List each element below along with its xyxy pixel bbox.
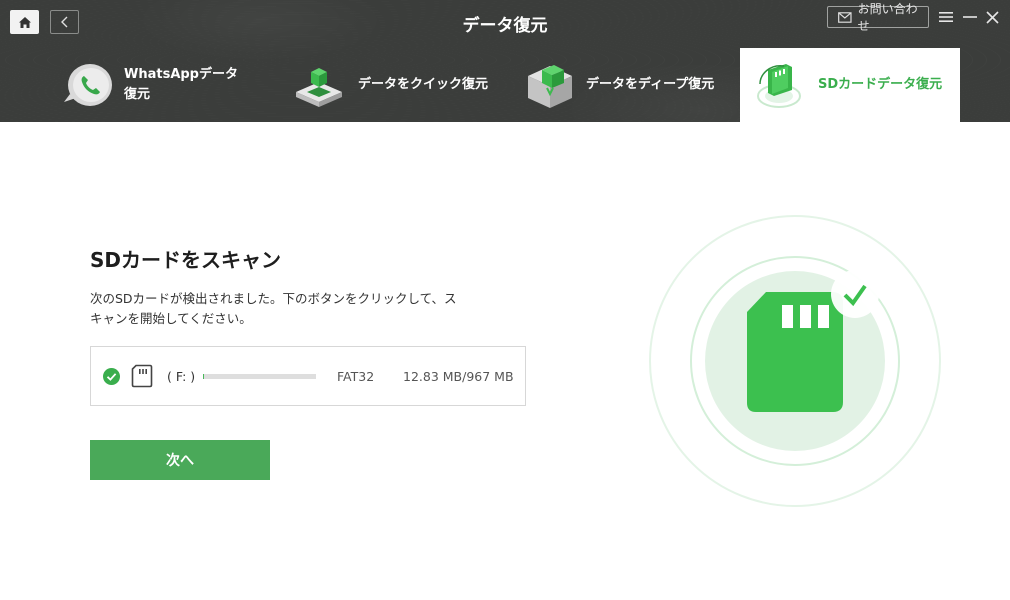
- scan-description: 次のSDカードが検出されました。下のボタンをクリックして、スキャンを開始してくだ…: [90, 291, 457, 326]
- tab-whatsapp-recovery[interactable]: WhatsAppデータ復元: [60, 48, 260, 122]
- tab-label: SDカードデータ復元: [818, 77, 943, 92]
- close-button[interactable]: [982, 8, 1002, 26]
- tab-sd-card-recovery[interactable]: SDカードデータ復元: [740, 48, 960, 122]
- sd-card-icon: [131, 364, 153, 388]
- sd-card-detected-illustration: [649, 215, 941, 507]
- close-icon: [985, 10, 999, 24]
- home-button[interactable]: [10, 10, 39, 34]
- minimize-icon: [963, 16, 977, 18]
- home-icon: [18, 16, 31, 28]
- check-circle-icon[interactable]: [103, 368, 120, 385]
- drive-usage-fill: [203, 374, 205, 379]
- contact-button[interactable]: お問い合わせ: [827, 2, 929, 33]
- chevron-left-icon: [60, 16, 67, 28]
- mode-tabs: WhatsAppデータ復元 データをクイック復元 データをディープ復元 SDカー…: [0, 48, 1010, 122]
- menu-button[interactable]: [936, 8, 956, 26]
- drive-filesystem: FAT32: [337, 369, 375, 384]
- quick-recover-cube-icon: [296, 68, 342, 107]
- back-button[interactable]: [50, 10, 79, 34]
- next-button[interactable]: 次へ: [90, 440, 270, 480]
- drive-usage-bar: [203, 374, 316, 379]
- drive-size: 12.83 MB/967 MB: [403, 369, 514, 384]
- mail-icon: [838, 11, 852, 23]
- drive-letter: ( F: ): [167, 369, 196, 384]
- tab-quick-recovery[interactable]: データをクイック復元: [292, 48, 492, 122]
- tab-deep-recovery[interactable]: データをディープ復元: [524, 48, 724, 122]
- contact-label: お問い合わせ: [857, 2, 918, 33]
- deep-recover-box-icon: [528, 65, 572, 108]
- page-title: SDカードをスキャン: [90, 248, 282, 272]
- tab-label: WhatsAppデータ復元: [124, 67, 238, 102]
- hamburger-menu-icon: [939, 12, 953, 22]
- minimize-button[interactable]: [960, 8, 980, 26]
- sd-card-recover-icon: [757, 64, 801, 108]
- sd-drive-item[interactable]: ( F: ) FAT32 12.83 MB/967 MB: [90, 346, 526, 406]
- tab-label: データをクイック復元: [358, 77, 489, 92]
- title-bar: データ復元 お問い合わせ WhatsAppデータ復元 データをクイック復元 デー…: [0, 0, 1010, 122]
- tab-label: データをディープ復元: [586, 77, 715, 92]
- whatsapp-phone-icon: [64, 64, 112, 106]
